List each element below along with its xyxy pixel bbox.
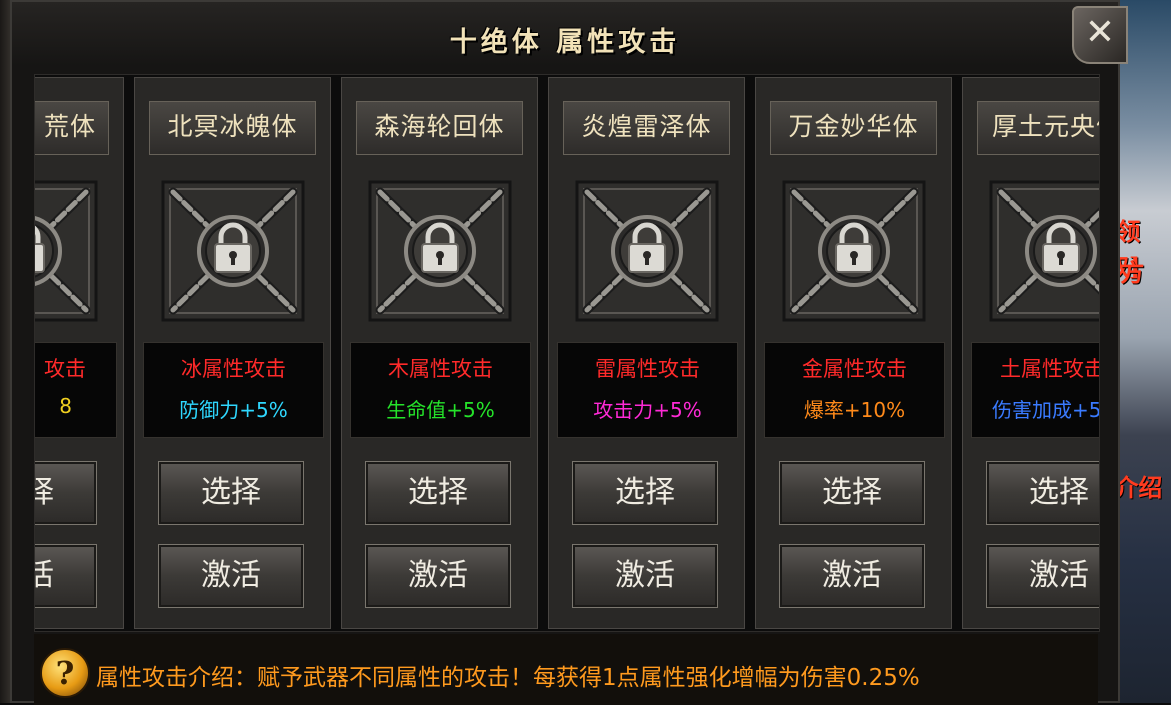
activate-button[interactable]: 激活 [35,544,97,608]
activate-button[interactable]: 激活 [158,544,304,608]
attribute-bonus: 生命值+5% [386,398,495,422]
attribute-box: 土属性攻击 伤害加成+5% [971,342,1100,438]
body-card-forest-sea: 森海轮回体 木属性攻击 生命值+5% 选择 激活 [341,77,538,629]
select-button[interactable]: 选择 [986,461,1099,525]
card-title: 北冥冰魄体 [149,101,316,155]
attribute-box: 冰属性攻击 防御力+5% [143,342,324,438]
title-bar: 十绝体 属性攻击 [12,2,1118,66]
attribute-name: 冰属性攻击 [181,357,286,381]
info-footer: ? 属性攻击介绍：赋予武器不同属性的攻击！每获得1点属性强化增幅为伤害0.25% [34,634,1098,705]
select-button[interactable]: 选择 [779,461,925,525]
body-card-flame-thunder: 炎煌雷泽体 雷属性攻击 攻击力+5% 选择 激活 [548,77,745,629]
card-title: 炎煌雷泽体 [563,101,730,155]
body-card-earth: 厚土元央体 土属性攻击 伤害加成+5% 选择 激活 [962,77,1100,629]
attribute-box: 木属性攻击 生命值+5% [350,342,531,438]
attribute-box: 金属性攻击 爆率+10% [764,342,945,438]
attribute-name: 攻击 [44,357,86,381]
activate-button[interactable]: 激活 [779,544,925,608]
activate-button[interactable]: 激活 [572,544,718,608]
card-title: 万金妙华体 [770,101,937,155]
close-button[interactable]: ✕ [1072,6,1128,64]
card-title: 厚土元央体 [977,101,1099,155]
attribute-box: 雷属性攻击 攻击力+5% [557,342,738,438]
attribute-box: 攻击 8 [35,342,117,438]
lock-icon [989,180,1099,322]
body-card-golden: 万金妙华体 金属性攻击 爆率+10% 选择 激活 [755,77,952,629]
attribute-bonus: 8 [59,394,72,418]
activate-button[interactable]: 激活 [365,544,511,608]
select-button[interactable]: 选择 [572,461,718,525]
attribute-name: 金属性攻击 [802,357,907,381]
lock-icon [35,180,98,322]
help-icon[interactable]: ? [40,648,90,698]
attribute-attack-description: 属性攻击介绍：赋予武器不同属性的攻击！每获得1点属性强化增幅为伤害0.25% [96,665,920,691]
attribute-bonus: 防御力+5% [179,398,288,422]
select-button[interactable]: 选择 [365,461,511,525]
window-title: 十绝体 属性攻击 [449,27,681,58]
activate-button[interactable]: 激活 [986,544,1099,608]
body-card-northern-ice: 北冥冰魄体 冰属性攻击 防御力+5% 选择 激活 [134,77,331,629]
body-card-desolate: 荒体 攻击 8 选择 激活 [35,77,124,629]
attribute-name: 雷属性攻击 [595,357,700,381]
body-cards-viewport: 荒体 攻击 8 选择 激活 北冥冰魄体 [34,74,1100,632]
attribute-bonus: 攻击力+5% [593,398,702,422]
attribute-attack-window: 十绝体 属性攻击 ✕ 荒体 攻击 8 选择 激活 北冥冰魄体 [10,0,1128,705]
card-title: 荒体 [35,101,109,155]
select-button[interactable]: 选择 [35,461,97,525]
card-title: 森海轮回体 [356,101,523,155]
attribute-bonus: 伤害加成+5% [992,398,1099,422]
select-button[interactable]: 选择 [158,461,304,525]
lock-icon [575,180,719,322]
attribute-name: 土属性攻击 [1000,357,1100,381]
attribute-name: 木属性攻击 [388,357,493,381]
lock-icon [161,180,305,322]
lock-icon [368,180,512,322]
attribute-bonus: 爆率+10% [803,398,906,422]
lock-icon [782,180,926,322]
